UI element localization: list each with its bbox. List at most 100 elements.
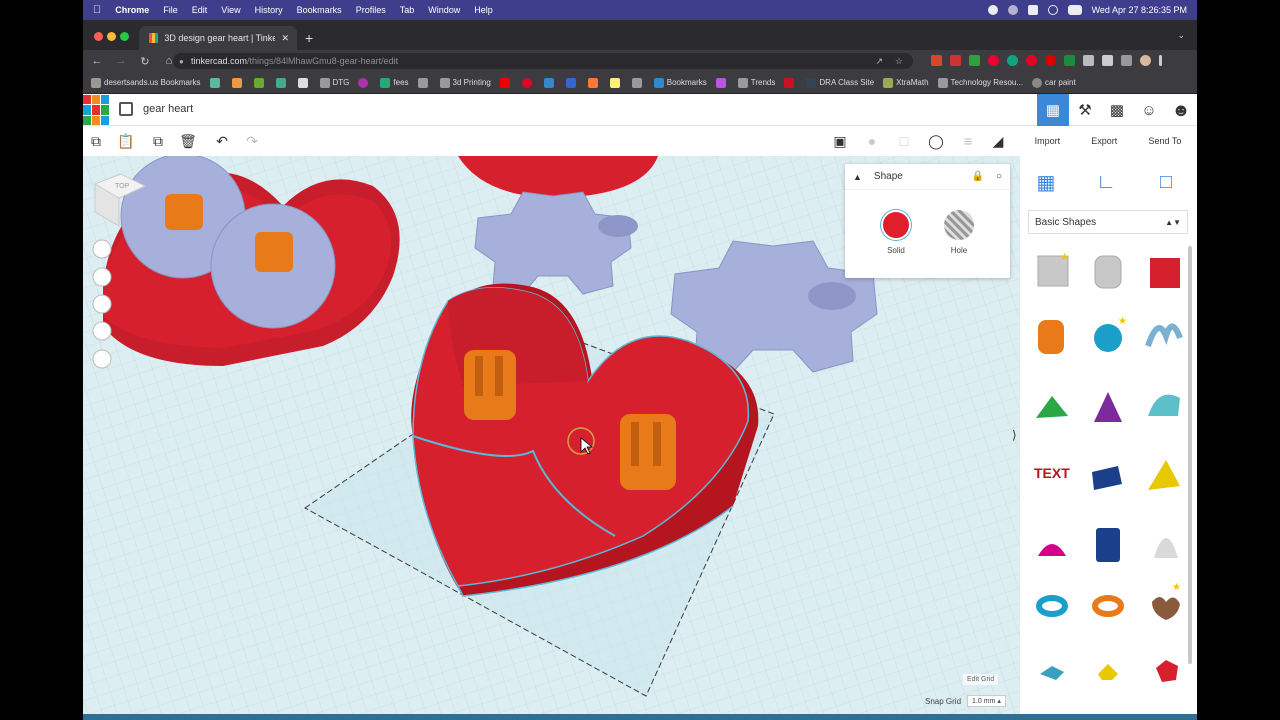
menu-help[interactable]: Help [474,5,493,15]
bookmark-icon[interactable] [209,77,220,88]
import-button[interactable]: Import [1035,136,1061,146]
zoom-out-icon[interactable] [92,321,112,341]
zoom-in-icon[interactable] [92,294,112,314]
shape-wedge[interactable] [1092,466,1122,490]
shape-star[interactable] [1040,666,1064,680]
browser-tab[interactable]: 3D design gear heart | Tinkerca ✕ [139,26,297,50]
bookmark-icon[interactable] [297,77,308,88]
bookmark-icon[interactable] [609,77,620,88]
extension-icon[interactable] [931,55,942,66]
delete-icon[interactable]: 🗑 [179,132,197,150]
send-to-button[interactable]: Send To [1149,136,1182,146]
bookmark-icon[interactable] [565,77,576,88]
shape-cylinder-hole[interactable] [1094,255,1122,289]
avatar[interactable] [1140,55,1151,66]
menu-edit[interactable]: Edit [192,5,208,15]
shape-star-gold[interactable] [1098,664,1118,680]
bookmark-icon[interactable] [417,77,428,88]
sidebar-scrollbar[interactable] [1188,246,1192,664]
light-bulb-icon[interactable]: ● [863,132,881,150]
shape-cylinder[interactable] [1038,320,1064,354]
extension-icon[interactable] [1083,55,1094,66]
shape-box-hole[interactable]: ★ [1037,252,1069,287]
home-view-icon[interactable] [92,239,112,259]
hole-swatch[interactable] [944,210,974,240]
bookmark-folder[interactable]: Trends [737,77,775,88]
workplane-icon[interactable]: ▦ [1032,168,1060,196]
menu-window[interactable]: Window [428,5,460,15]
export-button[interactable]: Export [1091,136,1117,146]
menu-view[interactable]: View [221,5,240,15]
group-icon[interactable]: □ [895,132,913,150]
menu-file[interactable]: File [163,5,178,15]
redo-icon[interactable]: ↷ [243,132,261,150]
shape-scribble[interactable] [1145,323,1183,347]
extension-icon[interactable] [950,55,961,66]
kebab-menu-icon[interactable] [1159,55,1162,66]
shape-polygon[interactable] [1096,528,1120,562]
design-title[interactable]: gear heart [143,103,193,115]
reload-icon[interactable]: ↻ [135,55,155,68]
notes-icon[interactable]: □ [1152,168,1180,196]
undo-icon[interactable]: ↶ [213,132,231,150]
extension-icon[interactable] [1026,55,1037,66]
forward-icon[interactable]: → [111,55,131,67]
bookmark-icon[interactable] [521,77,532,88]
menubar-clock[interactable]: Wed Apr 27 8:26:35 PM [1092,5,1187,15]
bookmark-folder[interactable]: 3d Printing [439,77,491,88]
solid-color-swatch[interactable] [881,210,911,240]
shape-torus[interactable] [1036,595,1068,617]
bookmark-icon[interactable] [499,77,510,88]
extension-icon[interactable] [969,55,980,66]
menu-bookmarks[interactable]: Bookmarks [297,5,342,15]
duplicate-icon[interactable]: ⧉ [149,132,167,150]
bricks-icon[interactable]: ▩ [1101,94,1133,126]
shape-icosahedron[interactable] [1156,660,1178,682]
control-center-icon[interactable] [1067,5,1082,15]
fit-view-icon[interactable] [92,267,112,287]
bookmark-link[interactable]: XtraMath [883,77,929,88]
align-icon[interactable]: ≡ [959,132,977,150]
extension-icon[interactable] [988,55,999,66]
peg-front-left[interactable] [464,350,516,420]
tinkercad-logo[interactable] [83,95,109,125]
light-bulb-icon[interactable]: ○ [996,171,1002,182]
shape-cone[interactable] [1094,392,1122,422]
status-icon[interactable] [1007,5,1018,15]
perspective-icon[interactable] [92,349,112,369]
bookmark-icon[interactable] [784,77,795,88]
ungroup-icon[interactable]: ◯ [927,132,945,150]
extension-icon[interactable] [1007,55,1018,66]
shape-heart[interactable]: ★ [1152,582,1181,620]
puzzle-icon[interactable] [1102,55,1113,66]
shape-sphere[interactable]: ★ [1094,316,1127,352]
apple-icon[interactable]:  [93,4,101,16]
bookmark-folder[interactable]: Bookmarks [653,77,707,88]
sidebar-icon[interactable] [1121,55,1132,66]
shape-tube[interactable] [1092,595,1124,617]
paste-icon[interactable]: 📋 [117,132,135,150]
back-icon[interactable]: ← [87,55,107,67]
bookmark-link[interactable]: car paint [1032,77,1076,88]
menu-history[interactable]: History [255,5,283,15]
copy-icon[interactable]: ⧉ [87,132,105,150]
collapse-panel-icon[interactable]: ⟩ [1012,428,1017,442]
extension-icon[interactable] [1045,55,1056,66]
new-tab-icon[interactable]: + [305,30,313,46]
minimize-window-light[interactable] [107,32,116,41]
add-user-icon[interactable]: ☺ [1133,94,1165,126]
bookmark-folder[interactable]: desertsands.us Bookmarks [91,77,201,88]
codeblocks-icon[interactable]: ⚒ [1069,94,1101,126]
close-tab-icon[interactable]: ✕ [281,33,289,44]
snap-grid-select[interactable]: 1.0 mm ▴ [967,695,1006,707]
bookmark-folder[interactable]: DTG [319,77,349,88]
shape-paraboloid[interactable] [1154,538,1178,558]
url-field[interactable]: ● tinkercad.com/things/84lMhawGmu8-gear-… [173,53,913,69]
bookmark-icon[interactable] [543,77,554,88]
shape-roof[interactable] [1036,396,1068,418]
bookmark-icon[interactable] [253,77,264,88]
menu-app-name[interactable]: Chrome [115,5,149,15]
notes-icon[interactable]: ▣ [831,132,849,150]
avatar[interactable]: ☻ [1165,94,1197,126]
bookmark-icon[interactable] [231,77,242,88]
